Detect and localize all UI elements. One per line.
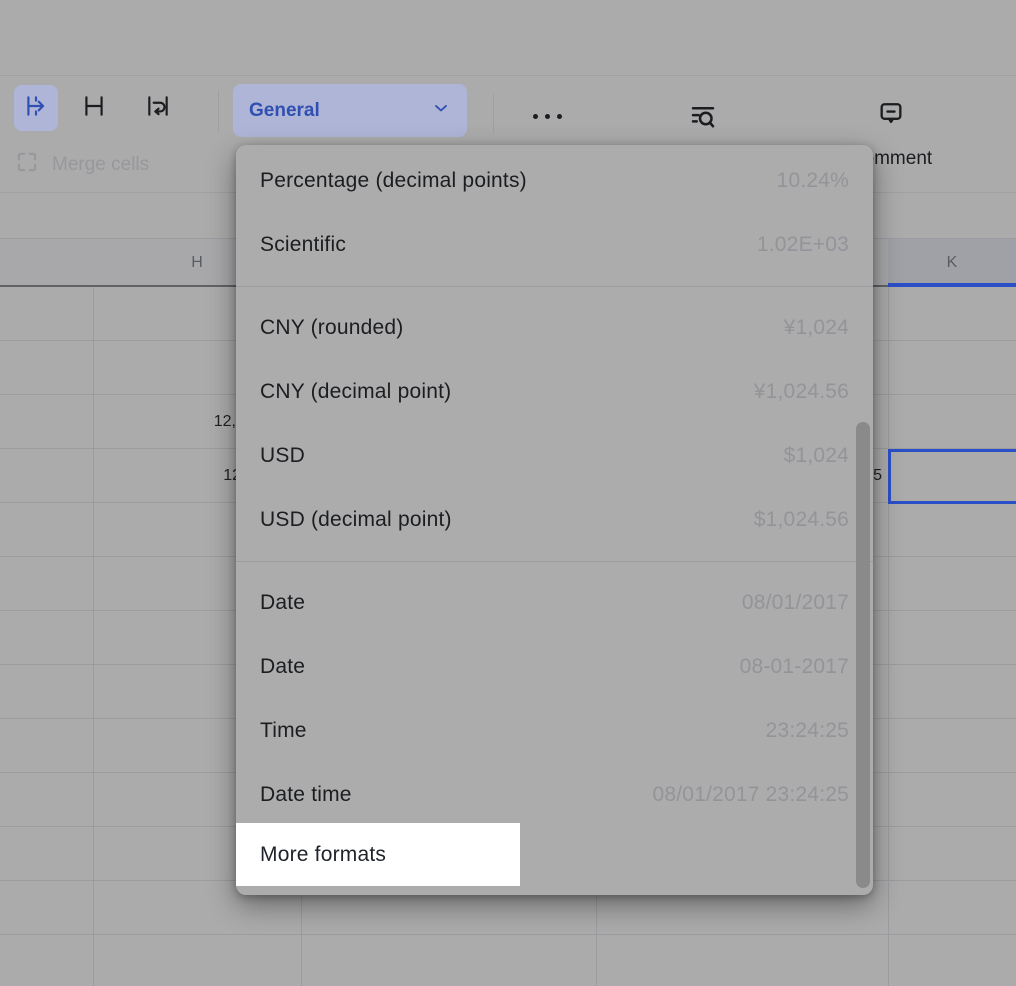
menu-item-label: USD (decimal point) <box>260 508 452 532</box>
number-format-label: General <box>249 100 320 122</box>
menu-item-date[interactable]: Date 08-01-2017 <box>236 635 873 699</box>
menu-item-cny-decimal-point-[interactable]: CNY (decimal point) ¥1,024.56 <box>236 360 873 424</box>
menu-item-usd-decimal-point-[interactable]: USD (decimal point) $1,024.56 <box>236 488 873 552</box>
grid-vline <box>888 238 889 986</box>
selected-column-indicator <box>888 283 1016 287</box>
number-format-menu: Percentage (decimal points) 10.24% Scienti… <box>236 145 873 895</box>
toolbar-divider <box>493 94 494 134</box>
grid-vline <box>93 238 94 986</box>
text-overflow-button[interactable] <box>14 85 58 131</box>
menu-divider <box>236 561 873 562</box>
menu-item-date[interactable]: Date 08/01/2017 <box>236 571 873 635</box>
more-formats-spotlight[interactable]: More formats <box>236 823 520 886</box>
chevron-down-icon <box>431 98 451 123</box>
text-wrap-icon <box>145 93 171 124</box>
merge-cells-label: Merge cells <box>52 154 149 176</box>
comment-button[interactable] <box>877 99 905 132</box>
menu-item-usd[interactable]: USD $1,024 <box>236 424 873 488</box>
text-clip-icon <box>81 93 107 124</box>
menu-item-label: Date <box>260 591 305 615</box>
menu-item-label: Percentage (decimal points) <box>260 169 527 193</box>
comment-icon <box>877 114 905 131</box>
menu-item-label: Scientific <box>260 233 346 257</box>
menu-item-list: Percentage (decimal points) 10.24% Scienti… <box>236 149 873 891</box>
menu-item-example-value: ¥1,024.56 <box>754 380 849 404</box>
menu-scrollbar-thumb[interactable] <box>856 422 870 888</box>
cell-text-fragment: 12 <box>121 449 241 503</box>
menu-item-date-time[interactable]: Date time 08/01/2017 23:24:25 <box>236 763 873 827</box>
menu-item-percentage-decimal-points-[interactable]: Percentage (decimal points) 10.24% <box>236 149 873 213</box>
menu-item-example-value: 08/01/2017 <box>742 591 849 615</box>
menu-item-label: CNY (rounded) <box>260 316 403 340</box>
toolbar-divider <box>218 90 219 132</box>
search-button[interactable] <box>688 102 718 137</box>
more-formats-label: More formats <box>260 843 386 867</box>
merge-cells-icon <box>14 149 40 181</box>
menu-item-time[interactable]: Time 23:24:25 <box>236 699 873 763</box>
menu-item-example-value: 1.02E+03 <box>757 233 849 257</box>
column-header-k[interactable]: K <box>888 239 1016 286</box>
menu-item-example-value: 23:24:25 <box>766 719 849 743</box>
app-window: General Merge cells Comment <box>0 0 1016 986</box>
merge-cells-button[interactable]: Merge cells <box>14 147 149 183</box>
menu-item-label: Date time <box>260 783 352 807</box>
menu-item-example-value: 08-01-2017 <box>740 655 849 679</box>
column-header-g[interactable] <box>0 239 93 286</box>
menu-item-example-value: $1,024 <box>784 444 849 468</box>
menu-item-example-value: ¥1,024 <box>784 316 849 340</box>
menu-item-label: Time <box>260 719 307 743</box>
selected-cell[interactable] <box>888 449 1016 504</box>
menu-item-label: CNY (decimal point) <box>260 380 451 404</box>
menu-item-cny-rounded-[interactable]: CNY (rounded) ¥1,024 <box>236 296 873 360</box>
search-in-sheet-icon <box>688 119 718 136</box>
menu-divider <box>236 286 873 287</box>
cell-text-fragment: 12, <box>116 395 236 449</box>
text-clip-button[interactable] <box>72 85 116 131</box>
menu-item-scientific[interactable]: Scientific 1.02E+03 <box>236 213 873 277</box>
menu-item-label: USD <box>260 444 305 468</box>
more-dots-icon <box>533 114 538 119</box>
more-tools-button[interactable] <box>529 107 565 125</box>
menu-item-example-value: 10.24% <box>777 169 849 193</box>
menu-item-example-value: 08/01/2017 23:24:25 <box>653 783 849 807</box>
menu-item-label: Date <box>260 655 305 679</box>
titlebar-area <box>0 0 1016 76</box>
text-overflow-icon <box>23 93 49 124</box>
menu-item-example-value: $1,024.56 <box>754 508 849 532</box>
number-format-dropdown[interactable]: General <box>233 84 467 137</box>
text-wrap-button[interactable] <box>136 85 180 131</box>
